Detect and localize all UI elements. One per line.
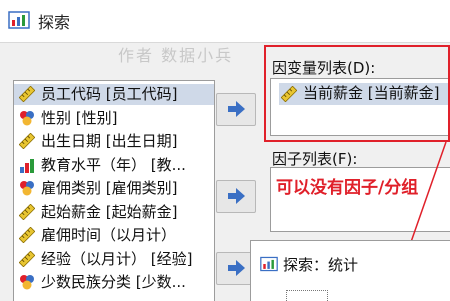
statistics-dialog-title: 探索：统计	[283, 256, 359, 274]
factor-list-label: 因子列表(F):	[272, 150, 358, 168]
annotation-text: 可以没有因子/分组	[276, 178, 419, 198]
right-arrow-icon	[228, 101, 245, 117]
explore-app-icon	[8, 11, 30, 29]
focus-outline	[286, 290, 328, 301]
nominal-icon	[20, 275, 34, 290]
window-title: 探索	[38, 13, 71, 32]
variable-list-item[interactable]: 性别 [性别]	[14, 108, 214, 129]
ruler-icon	[19, 133, 35, 149]
variable-label: 出生日期 [出生日期]	[41, 132, 178, 150]
variable-list-item[interactable]: 少数民族分类 [少数...	[14, 272, 214, 293]
variable-list-item[interactable]: 员工代码 [员工代码]	[14, 84, 214, 105]
ruler-icon	[19, 86, 35, 102]
variable-label: 起始薪金 [起始薪金]	[41, 202, 178, 221]
right-arrow-icon	[228, 188, 245, 204]
variable-list-item[interactable]: 教育水平（年） [教...	[14, 155, 214, 176]
variable-label: 员工代码 [员工代码]	[41, 85, 178, 103]
ordinal-bar-icon	[20, 158, 34, 173]
move-to-dependent-button[interactable]	[216, 93, 256, 126]
ruler-icon	[19, 250, 35, 267]
move-to-factor-button[interactable]	[216, 180, 256, 213]
variable-label: 性别 [性别]	[41, 108, 118, 127]
right-arrow-icon	[228, 260, 245, 276]
variable-label: 雇佣类别 [雇佣类别]	[41, 179, 178, 197]
variable-label: 少数民族分类 [少数...	[41, 273, 186, 291]
nominal-icon	[20, 110, 34, 125]
variable-label: 教育水平（年） [教...	[41, 155, 186, 174]
variable-label: 雇佣时间（以月计）	[41, 226, 177, 244]
variable-list-item[interactable]: 雇佣时间（以月计）	[14, 225, 214, 246]
variable-list-item[interactable]: 出生日期 [出生日期]	[14, 131, 214, 152]
watermark: 作者 数据小兵	[118, 46, 234, 65]
title-bar: 探索	[0, 0, 450, 43]
explore-app-icon	[260, 256, 278, 272]
nominal-icon	[20, 181, 34, 196]
highlight-frame	[264, 45, 450, 142]
variable-list-item[interactable]: 雇佣类别 [雇佣类别]	[14, 178, 214, 199]
ruler-icon	[19, 227, 35, 243]
ruler-icon	[19, 203, 35, 220]
variable-list-item[interactable]: 经验（以月计） [经验]	[14, 249, 214, 270]
variable-list-item[interactable]: 起始薪金 [起始薪金]	[14, 202, 214, 223]
variable-list[interactable]: 员工代码 [员工代码] 性别 [性别] 出生日期 [出生日期] 教育水平（年） [教.…	[13, 80, 215, 301]
variable-label: 经验（以月计） [经验]	[41, 249, 193, 268]
